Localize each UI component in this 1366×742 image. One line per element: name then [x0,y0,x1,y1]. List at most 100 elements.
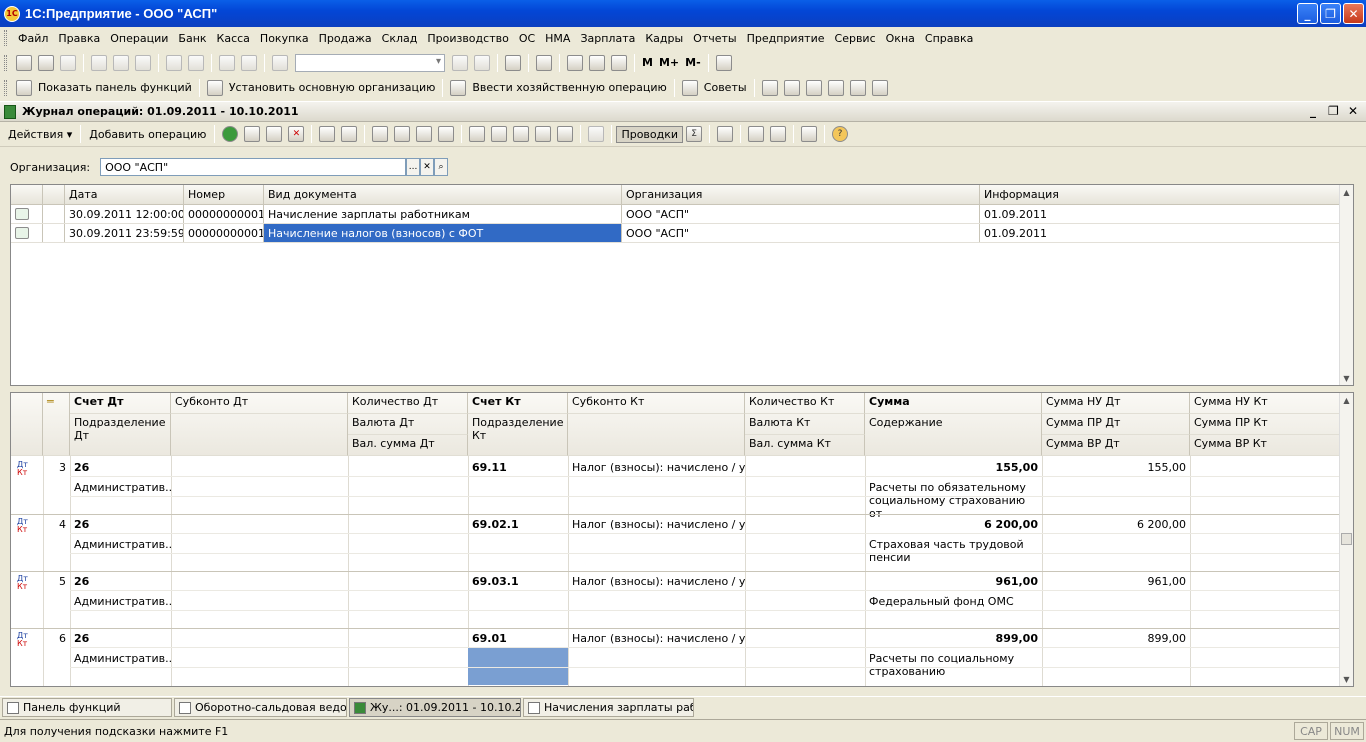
col-cur-kt[interactable]: Валюта Кт [745,414,865,435]
col-date[interactable]: Дата [65,185,184,204]
report-doc-icon[interactable] [770,126,787,142]
col-acc-kt[interactable]: Счет Кт [468,393,568,414]
copy-icon[interactable] [113,54,129,71]
col-valsum-kt[interactable]: Вал. сумма Кт [745,435,865,456]
search-icon[interactable] [272,54,288,71]
col-content[interactable]: Содержание [865,414,1042,456]
col-nu-kt[interactable]: Сумма НУ Кт [1190,393,1341,414]
org-search-icon[interactable]: ⌕ [434,158,449,176]
memory-plus-button[interactable]: M+ [656,56,682,69]
report-icon[interactable] [849,79,866,96]
menu-bank[interactable]: Банк [173,32,211,45]
scroll-down-icon[interactable]: ▼ [1340,371,1353,385]
dtkt-icon[interactable] [748,126,765,142]
menu-windows[interactable]: Окна [881,32,920,45]
menu-help[interactable]: Справка [920,32,978,45]
people-icon[interactable] [805,79,822,96]
col-vr-kt[interactable]: Сумма ВР Кт [1190,435,1341,456]
memory-button[interactable]: M [639,56,656,69]
filter-value-icon[interactable] [513,126,530,142]
col-qty-dt[interactable]: Количество Дт [348,393,468,414]
interval-icon[interactable] [319,126,336,142]
struct-icon[interactable] [588,126,605,142]
users-icon[interactable] [611,54,627,71]
unpost-icon[interactable] [394,126,411,142]
add-icon[interactable] [222,126,239,142]
calculator-icon[interactable] [567,54,583,71]
actions-menu-button[interactable]: Действия ▾ [4,127,76,142]
col-valsum-dt[interactable]: Вал. сумма Дт [348,435,468,456]
close-button[interactable]: ✕ [1343,3,1364,24]
maximize-button[interactable]: ❐ [1320,3,1341,24]
scroll-thumb[interactable] [1341,533,1352,545]
find-next-icon[interactable] [452,54,468,71]
col-sub-kt[interactable]: Субконто Кт [568,393,745,414]
menu-sale[interactable]: Продажа [314,32,377,45]
help-icon[interactable]: ? [832,126,849,142]
org-select-button[interactable]: ... [406,158,421,176]
doc-minimize-icon[interactable]: _ [1310,104,1316,118]
redo-icon[interactable] [241,54,257,71]
tools-icon[interactable] [715,54,732,71]
menu-enterprise[interactable]: Предприятие [742,32,830,45]
show-panel-button[interactable]: Показать панель функций [35,81,195,94]
paste-icon[interactable] [135,54,151,71]
windows-icon[interactable] [505,54,521,71]
tab-balance-sheet[interactable]: Оборотно-сальдовая ведом... [174,698,347,717]
tab-journal[interactable]: Жу...: 01.09.2011 - 10.10.2011 [349,698,521,717]
col-doc-type[interactable]: Вид документа [264,185,622,204]
doc-close-icon[interactable]: ✕ [1348,104,1358,118]
org-input[interactable]: ООО "АСП" [100,158,407,176]
menu-operations[interactable]: Операции [105,32,173,45]
table-row[interactable]: 30.09.2011 23:59:59 00000000001 Начислен… [11,224,1353,243]
filter-off-icon[interactable] [557,126,574,142]
info-icon[interactable] [536,54,552,71]
people2-icon[interactable] [827,79,844,96]
scroll-down-icon[interactable]: ▼ [1340,672,1353,686]
postings-scrollbar[interactable]: ▲ ▼ [1339,393,1353,686]
menu-file[interactable]: Файл [13,32,53,45]
undo-icon[interactable] [219,54,235,71]
col-number[interactable]: Номер [184,185,264,204]
col-dept-kt[interactable]: Подразделение Кт [468,414,568,456]
set-main-org-button[interactable]: Установить основную организацию [226,81,439,94]
scroll-up-icon[interactable]: ▲ [1340,393,1353,407]
col-acc-dt[interactable]: Счет Дт [70,393,171,414]
menu-purchase[interactable]: Покупка [255,32,314,45]
menu-production[interactable]: Производство [422,32,513,45]
new-doc-icon[interactable] [16,54,32,71]
journal-scrollbar[interactable]: ▲ ▼ [1339,185,1353,385]
col-qty-kt[interactable]: Количество Кт [745,393,865,414]
ledger2-icon[interactable] [783,79,800,96]
menu-hr[interactable]: Кадры [640,32,688,45]
col-nu-dt[interactable]: Сумма НУ Дт [1042,393,1190,414]
col-cur-dt[interactable]: Валюта Дт [348,414,468,435]
mark-delete-icon[interactable] [416,126,433,142]
enter-operation-button[interactable]: Ввести хозяйственную операцию [469,81,669,94]
selected-cell[interactable] [468,647,568,685]
col-org[interactable]: Организация [622,185,980,204]
menu-salary[interactable]: Зарплата [575,32,640,45]
tab-salary-accrual[interactable]: Начисления зарплаты рабо... [523,698,694,717]
ledger-icon[interactable] [761,79,778,96]
menu-reports[interactable]: Отчеты [688,32,741,45]
filter-icon[interactable] [491,126,508,142]
menu-os[interactable]: ОС [514,32,540,45]
col-pr-kt[interactable]: Сумма ПР Кт [1190,414,1341,435]
add-operation-button[interactable]: Добавить операцию [85,127,210,142]
menu-edit[interactable]: Правка [53,32,105,45]
print-icon[interactable] [166,54,182,71]
preview-icon[interactable] [188,54,204,71]
col-pr-dt[interactable]: Сумма ПР Дт [1042,414,1190,435]
sort-icon[interactable]: ═ [43,393,70,456]
save-icon[interactable] [60,54,76,71]
sum-icon[interactable]: Σ [686,126,703,142]
find-prev-icon[interactable] [474,54,490,71]
filter-list-icon[interactable] [535,126,552,142]
col-sum[interactable]: Сумма [865,393,1042,414]
copy-row-icon[interactable] [244,126,261,142]
menu-service[interactable]: Сервис [830,32,881,45]
refresh-icon[interactable] [717,126,734,142]
cut-icon[interactable] [91,54,107,71]
list-icon[interactable] [469,126,486,142]
